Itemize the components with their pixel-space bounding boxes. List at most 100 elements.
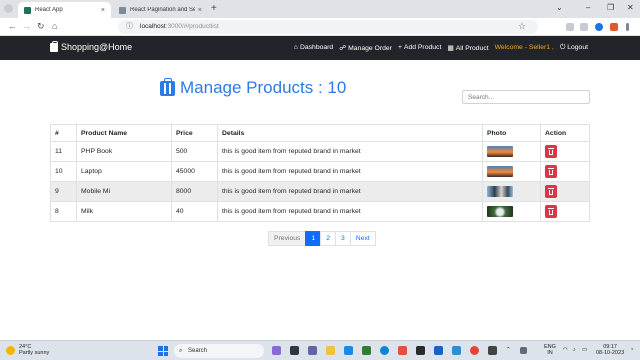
bookmark-star-icon[interactable]: ☆ [518, 21, 526, 32]
back-icon[interactable]: ← [8, 21, 17, 31]
delete-button[interactable] [545, 185, 557, 198]
weather-sun-icon [6, 345, 15, 355]
taskbar-search[interactable]: ⌕ Search [174, 344, 264, 358]
home-icon: ⌂ [293, 44, 298, 51]
nav-dashboard[interactable]: ⌂ Dashboard [294, 44, 333, 52]
profile-avatar-icon[interactable] [595, 23, 603, 31]
wifi-icon[interactable]: ◠ [563, 347, 568, 353]
cell-price: 40 [171, 201, 218, 222]
tab-search-icon[interactable]: ⌄ [556, 3, 563, 12]
page-3-button[interactable]: 3 [335, 231, 351, 246]
cell-action [540, 141, 590, 162]
page-2-button[interactable]: 2 [320, 231, 337, 246]
cell-name: Mobile Mi [76, 181, 172, 202]
site-info-icon[interactable]: ⓘ [126, 20, 133, 34]
cell-action [540, 161, 590, 182]
downloads-icon[interactable] [580, 23, 588, 31]
app-icon[interactable] [398, 346, 407, 355]
product-photo-image [487, 146, 513, 157]
nav-add-product[interactable]: + Add Product [398, 44, 441, 52]
cell-details: this is good item from reputed brand in … [217, 181, 483, 202]
cell-id: 10 [50, 161, 77, 182]
next-page-button[interactable]: Next [349, 231, 376, 246]
nav-label: Manage Order [348, 45, 392, 52]
tray-icon[interactable] [520, 347, 527, 354]
mail-icon[interactable] [344, 346, 353, 355]
app-icon[interactable] [362, 346, 371, 355]
task-view-icon[interactable] [290, 346, 299, 355]
shopping-bag-icon [50, 40, 58, 52]
tab-react-app[interactable]: React App × [18, 2, 111, 18]
close-tab-icon[interactable]: × [101, 7, 105, 14]
teams-icon[interactable] [308, 346, 317, 355]
order-icon: ☍ [339, 45, 347, 52]
volume-icon[interactable]: ♪ [573, 347, 576, 353]
table-row: 8 Milk 40 this is good item from reputed… [50, 201, 590, 222]
browser-more-icon[interactable] [626, 23, 629, 31]
cell-name: Laptop [76, 161, 172, 182]
nav-label: Add Product [403, 44, 442, 51]
battery-icon[interactable]: ▭ [582, 347, 587, 353]
header-photo: Photo [482, 124, 541, 142]
minimize-button[interactable]: – [586, 3, 590, 12]
show-hidden-icons[interactable]: ⌃ [506, 347, 511, 353]
app-icon[interactable] [272, 346, 281, 355]
app-navbar: Shopping@Home ⌂ Dashboard ☍ Manage Order +… [0, 36, 640, 60]
extension-icon[interactable] [610, 23, 618, 31]
cell-price: 8000 [171, 181, 218, 202]
language-indicator[interactable]: ENG IN [544, 344, 556, 356]
nav-manage-order[interactable]: ☍ Manage Order [339, 44, 392, 52]
clock-date: 08-10-2023 [596, 350, 625, 356]
products-icon: ▦ [447, 45, 454, 52]
table-row: 10 Laptop 45000 this is good item from r… [50, 161, 590, 182]
forward-icon[interactable]: → [22, 21, 31, 31]
header-action: Action [540, 124, 590, 142]
edge-icon[interactable] [380, 346, 389, 355]
browser-menu-icon[interactable] [4, 4, 13, 13]
previous-page-button[interactable]: Previous [268, 231, 307, 246]
close-window-button[interactable]: ✕ [627, 3, 634, 12]
url-host: localhost [140, 23, 166, 30]
cell-details: this is good item from reputed brand in … [217, 201, 483, 222]
app-icon[interactable] [416, 346, 425, 355]
logout-link[interactable]: ⏻ Logout [560, 44, 588, 52]
delete-button[interactable] [545, 165, 557, 178]
tab-label: React Pagination and Search exam [130, 7, 195, 13]
tab-react-pagination[interactable]: React Pagination and Search exam × [113, 2, 208, 18]
new-tab-button[interactable]: + [211, 3, 217, 14]
products-table: # Product Name Price Details Photo Actio… [50, 124, 590, 222]
nav-label: Dashboard [299, 44, 334, 51]
nav-all-product[interactable]: ▦ All Product [447, 44, 488, 52]
search-input[interactable] [462, 90, 590, 104]
page-title-text: Manage Products : 10 [180, 78, 347, 97]
page-1-button[interactable]: 1 [305, 231, 322, 246]
product-photo-image [487, 206, 513, 217]
url-field[interactable]: ⓘ localhost:3000/#/productlist [118, 20, 538, 34]
reload-icon[interactable]: ↻ [37, 21, 45, 32]
chrome-icon[interactable] [470, 346, 479, 355]
nav-label: All Product [455, 45, 489, 52]
notification-icon[interactable]: ◔ [630, 347, 633, 353]
cell-price: 500 [171, 141, 218, 162]
close-tab-icon[interactable]: × [198, 7, 202, 14]
delete-button[interactable] [545, 145, 557, 158]
cell-action [540, 181, 590, 202]
home-icon[interactable]: ⌂ [52, 21, 57, 31]
page-title: Manage Products : 10 [160, 77, 347, 98]
delete-button[interactable] [545, 205, 557, 218]
weather-widget[interactable]: 24°C Partly sunny [6, 344, 49, 356]
extension-icon[interactable] [566, 23, 574, 31]
clock[interactable]: 09:17 08-10-2023 [596, 344, 624, 356]
app-icon[interactable] [434, 346, 443, 355]
file-explorer-icon[interactable] [326, 346, 335, 355]
vscode-icon[interactable] [452, 346, 461, 355]
nav-links: ⌂ Dashboard ☍ Manage Order + Add Product ▦ A… [294, 44, 588, 52]
cell-photo [482, 201, 541, 222]
react-favicon-icon [24, 6, 31, 14]
app-icon[interactable] [488, 346, 497, 355]
cell-details: this is good item from reputed brand in … [217, 141, 483, 162]
windows-start-icon[interactable] [158, 346, 168, 356]
cell-details: this is good item from reputed brand in … [217, 161, 483, 182]
maximize-button[interactable]: ❐ [607, 3, 614, 12]
brand[interactable]: Shopping@Home [50, 40, 132, 52]
